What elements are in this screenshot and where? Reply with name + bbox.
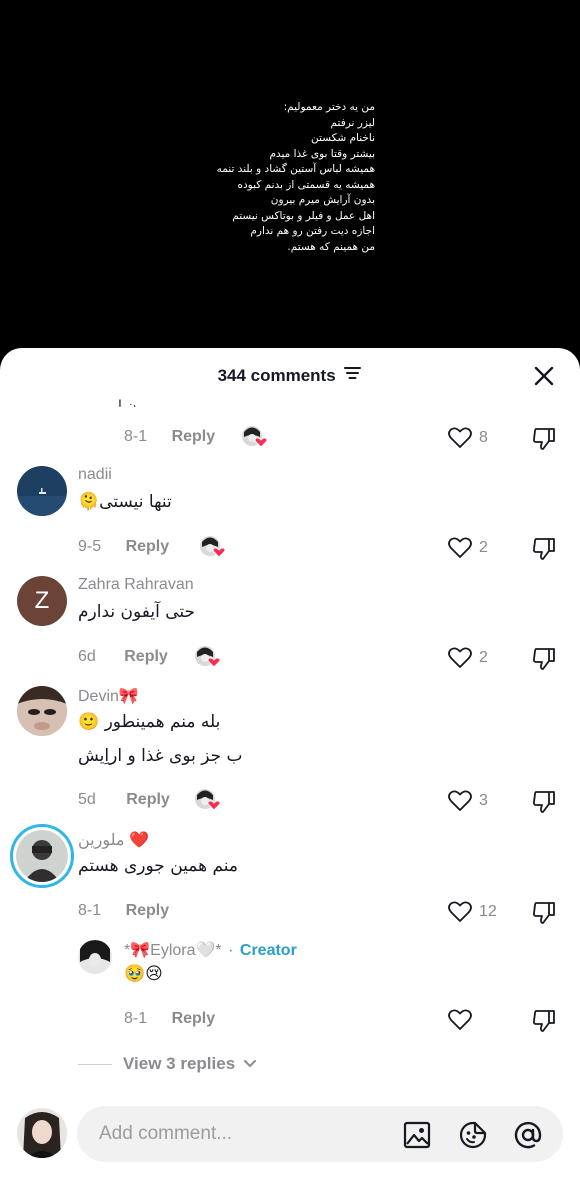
- comment-count-label: 344 comments: [217, 366, 336, 385]
- close-icon[interactable]: [532, 364, 556, 388]
- like-button[interactable]: 12: [447, 900, 517, 926]
- video-player[interactable]: من یه دختر معمولیم: لیزر نرفتم ناخنام شک…: [0, 0, 580, 360]
- sticker-icon[interactable]: [458, 1120, 488, 1150]
- avatar-story-ring[interactable]: [10, 824, 74, 888]
- dislike-icon[interactable]: [531, 900, 557, 926]
- comment-meta: 8-1 Reply: [78, 902, 169, 920]
- dislike-icon[interactable]: [531, 426, 557, 452]
- like-button[interactable]: [447, 1008, 517, 1034]
- reply-button[interactable]: Reply: [124, 648, 168, 666]
- image-icon[interactable]: [402, 1120, 432, 1150]
- comment-username[interactable]: Devin🎀: [78, 686, 139, 706]
- comment-input-wrap[interactable]: [77, 1106, 563, 1162]
- comment-text: منم همین جوری هستم: [78, 856, 239, 876]
- heart-icon: [448, 427, 472, 448]
- like-button[interactable]: 3: [447, 789, 517, 815]
- comments-sheet: 344 comments ن ا 8-1 Reply 8 nadii تنها …: [0, 348, 580, 1200]
- comment-composer: [0, 1090, 580, 1200]
- comment-meta: 9-5 Reply: [78, 538, 169, 556]
- like-count: 2: [479, 649, 488, 666]
- reply-button[interactable]: Reply: [126, 902, 170, 920]
- caption-line: همیشه یه قسمتی از بدنم کبوده: [237, 178, 376, 191]
- reply-meta: 8-1 Reply: [124, 1010, 215, 1028]
- caption-line: بدون آرایش میرم بیرون: [270, 194, 375, 206]
- reply-button[interactable]: Reply: [126, 791, 170, 809]
- comment-date: 6d: [78, 648, 96, 665]
- comment-username[interactable]: Zahra Rahravan: [78, 576, 194, 594]
- comment-count[interactable]: 344 comments: [0, 366, 580, 386]
- creator-liked-icon: [194, 788, 222, 812]
- reply-username-row: *🎀Eylora🤍* · Creator: [124, 940, 297, 960]
- my-avatar: [17, 1108, 67, 1158]
- creator-badge: Creator: [239, 942, 297, 959]
- comment-meta: 6d Reply: [78, 648, 168, 666]
- comment-date: 8-1: [78, 902, 102, 919]
- comment-meta: 8-1 Reply: [124, 428, 215, 446]
- video-caption-text: من یه دختر معمولیم: لیزر نرفتم ناخنام شک…: [180, 100, 375, 255]
- heart-icon: [448, 1009, 472, 1030]
- caption-line: اهل عمل و فیلر و بوتاکس نیستم: [232, 209, 375, 222]
- comment-date: 9-5: [78, 538, 102, 555]
- view-replies-label: View 3 replies: [123, 1054, 236, 1073]
- like-count: 2: [479, 539, 488, 556]
- sort-icon[interactable]: [344, 365, 362, 385]
- like-count: 8: [479, 429, 488, 446]
- comment-input[interactable]: [99, 1106, 379, 1162]
- caption-line: من یه دختر معمولیم:: [283, 101, 375, 113]
- comment-text-line2: ب جز بوی غذا و اراِیش: [78, 746, 243, 766]
- reply-button[interactable]: Reply: [172, 1010, 216, 1028]
- view-replies-button[interactable]: View 3 replies: [123, 1054, 257, 1074]
- reply-button[interactable]: Reply: [126, 538, 170, 556]
- avatar[interactable]: [78, 940, 112, 974]
- avatar-letter: Z: [34, 587, 50, 614]
- reply-text: 🥹😢: [124, 964, 163, 984]
- comment-username[interactable]: nadii: [78, 466, 112, 484]
- dislike-icon[interactable]: [531, 536, 557, 562]
- reply-date: 8-1: [124, 1010, 148, 1027]
- creator-liked-icon: [241, 425, 269, 449]
- comment-text: حتی آیفون ندارم: [78, 602, 196, 622]
- caption-line: لیزر نرفتم: [330, 116, 375, 129]
- reply-button[interactable]: Reply: [172, 428, 216, 446]
- comment-username[interactable]: ملورین ❤️: [78, 830, 149, 850]
- creator-liked-icon: [199, 535, 227, 559]
- like-button[interactable]: 2: [447, 646, 517, 672]
- screen: من یه دختر معمولیم: لیزر نرفتم ناخنام شک…: [0, 0, 580, 1200]
- dislike-icon[interactable]: [531, 789, 557, 815]
- dislike-icon[interactable]: [531, 646, 557, 672]
- comment-text: تنها نیستی🫠: [78, 492, 172, 512]
- divider: [78, 1064, 112, 1065]
- heart-icon: [448, 901, 472, 922]
- caption-line: همیشه لباس آستین گشاد و بلند تنمه: [216, 163, 375, 175]
- comment-text: بله منم همینطور 🙂: [78, 712, 221, 732]
- comment-date: 8-1: [124, 428, 148, 445]
- creator-liked-icon: [194, 645, 222, 669]
- heart-icon: [448, 537, 472, 558]
- comment-text-partial: ن ا: [118, 398, 137, 414]
- caption-line: بیشتر وقتا بوی غذا میدم: [269, 147, 375, 160]
- like-button[interactable]: 2: [447, 536, 517, 562]
- avatar[interactable]: Z: [17, 576, 67, 626]
- comment-date: 5d: [78, 791, 96, 808]
- caption-line: ناخنام شکستن: [311, 132, 375, 144]
- reply-username[interactable]: *🎀Eylora🤍*: [124, 942, 222, 959]
- dislike-icon[interactable]: [531, 1008, 557, 1034]
- caption-line: اجازه دیت رفتن رو هم ندارم: [250, 225, 375, 237]
- heart-icon: [448, 790, 472, 811]
- like-count: 12: [479, 903, 497, 920]
- heart-icon: [448, 647, 472, 668]
- chevron-down-icon: [243, 1060, 256, 1068]
- comment-meta: 5d Reply: [78, 791, 170, 809]
- avatar[interactable]: [17, 686, 67, 736]
- separator-dot: ·: [228, 942, 234, 959]
- comment-list[interactable]: ن ا 8-1 Reply 8 nadii تنها نیستی🫠 9-5 Re…: [0, 392, 580, 1112]
- mention-icon[interactable]: [513, 1120, 543, 1150]
- like-button[interactable]: 8: [447, 426, 517, 452]
- caption-line: من همینم که هستم.: [287, 240, 375, 253]
- like-count: 3: [479, 792, 488, 809]
- avatar[interactable]: [17, 466, 67, 516]
